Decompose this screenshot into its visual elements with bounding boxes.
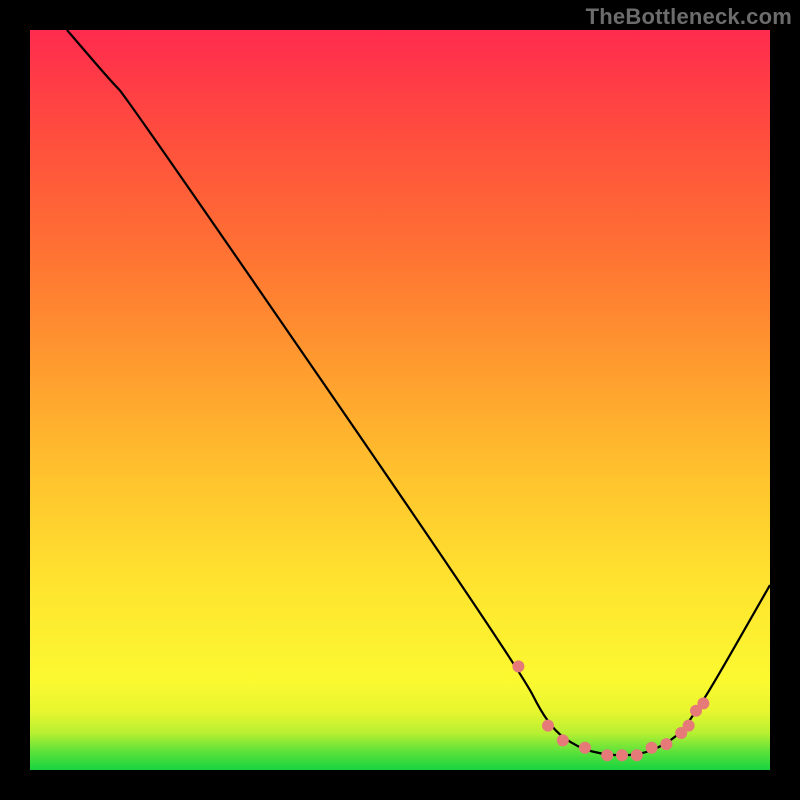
marker-point xyxy=(697,697,709,709)
marker-point xyxy=(646,742,658,754)
marker-point xyxy=(512,660,524,672)
plot-area xyxy=(30,30,770,770)
bottleneck-curve-line xyxy=(67,30,770,755)
chart-container: TheBottleneck.com xyxy=(0,0,800,800)
marker-point xyxy=(579,742,591,754)
marker-point xyxy=(542,720,554,732)
marker-point xyxy=(557,734,569,746)
marker-point xyxy=(601,749,613,761)
marker-point xyxy=(660,738,672,750)
curve-svg xyxy=(30,30,770,770)
watermark-text: TheBottleneck.com xyxy=(586,4,792,30)
marker-point xyxy=(616,749,628,761)
marker-point xyxy=(683,720,695,732)
marker-point xyxy=(631,749,643,761)
